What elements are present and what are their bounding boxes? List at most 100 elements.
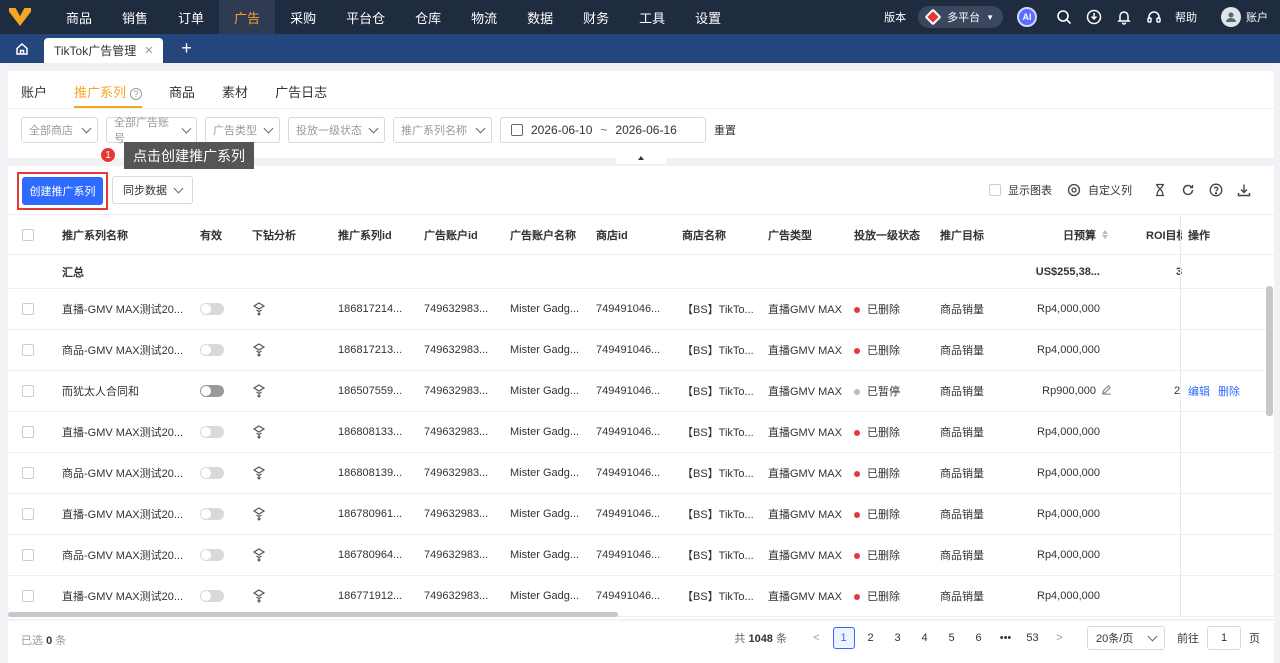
row-checkbox[interactable]	[22, 303, 34, 315]
nav-item[interactable]: 仓库	[400, 0, 456, 34]
campaign-name[interactable]: 直播-GMV MAX测试20...	[62, 506, 186, 522]
date-end[interactable]: 2026-06-16	[615, 123, 676, 137]
page-number[interactable]: 2	[860, 627, 882, 649]
checkbox[interactable]	[989, 184, 1001, 196]
platform-switcher[interactable]: 多平台 ▼	[918, 6, 1003, 28]
subtab[interactable]: 商品	[169, 71, 195, 108]
nav-item[interactable]: 平台仓	[331, 0, 400, 34]
nav-item[interactable]: 物流	[456, 0, 512, 34]
nav-item[interactable]: 财务	[568, 0, 624, 34]
prev-page-icon[interactable]: <	[806, 627, 828, 649]
nav-item[interactable]: 商品	[51, 0, 107, 34]
create-campaign-button[interactable]: 创建推广系列	[22, 177, 103, 205]
row-checkbox[interactable]	[22, 549, 34, 561]
pencil-icon[interactable]	[1101, 384, 1112, 398]
page-number[interactable]: 1	[832, 627, 855, 649]
nav-item[interactable]: 采购	[275, 0, 331, 34]
row-checkbox[interactable]	[22, 508, 34, 520]
refresh-icon[interactable]	[1180, 182, 1196, 198]
show-chart-toggle[interactable]: 显示图表	[989, 182, 1052, 198]
date-range-picker[interactable]: 2026-06-10 ~ 2026-06-16	[500, 117, 706, 143]
close-icon[interactable]: ✕	[144, 44, 153, 57]
custom-columns-button[interactable]: 自定义列	[1066, 182, 1132, 198]
vertical-scrollbar[interactable]	[1266, 286, 1273, 416]
enable-toggle[interactable]	[200, 467, 224, 479]
ad-account-filter[interactable]: 全部广告账号	[106, 117, 197, 145]
add-tab-button[interactable]: +	[171, 34, 201, 63]
nav-item[interactable]: 数据	[512, 0, 568, 34]
drill-down-icon[interactable]	[252, 384, 266, 398]
row-checkbox[interactable]	[22, 344, 34, 356]
bell-icon[interactable]	[1116, 9, 1132, 25]
drill-down-icon[interactable]	[252, 507, 266, 521]
home-icon[interactable]	[0, 34, 44, 63]
enable-toggle[interactable]	[200, 426, 224, 438]
reset-button[interactable]: 重置	[714, 122, 736, 138]
nav-item[interactable]: 工具	[624, 0, 680, 34]
goto-page-input[interactable]: 1	[1207, 626, 1241, 650]
date-start[interactable]: 2026-06-10	[531, 123, 592, 137]
drill-down-icon[interactable]	[252, 466, 266, 480]
campaign-name[interactable]: 商品-GMV MAX测试20...	[62, 342, 186, 358]
shop-filter[interactable]: 全部商店	[21, 117, 98, 143]
drill-down-icon[interactable]	[252, 589, 266, 603]
enable-toggle[interactable]	[200, 549, 224, 561]
download-icon[interactable]	[1236, 182, 1252, 198]
page-number[interactable]: 5	[941, 627, 963, 649]
enable-toggle[interactable]	[200, 590, 224, 602]
campaign-name[interactable]: 直播-GMV MAX测试20...	[62, 588, 186, 604]
help-link[interactable]: 帮助	[1175, 9, 1197, 25]
drill-down-icon[interactable]	[252, 302, 266, 316]
row-checkbox[interactable]	[22, 467, 34, 479]
nav-item[interactable]: 销售	[107, 0, 163, 34]
subtab[interactable]: 广告日志	[275, 71, 327, 108]
subtab[interactable]: 账户	[21, 71, 47, 108]
enable-toggle[interactable]	[200, 303, 224, 315]
enable-toggle[interactable]	[200, 385, 224, 397]
sync-data-button[interactable]: 同步数据	[112, 176, 193, 204]
campaign-name[interactable]: 商品-GMV MAX测试20...	[62, 547, 186, 563]
hourglass-icon[interactable]	[1152, 182, 1168, 198]
row-checkbox[interactable]	[22, 426, 34, 438]
sort-icon[interactable]	[1102, 230, 1108, 239]
download-circle-icon[interactable]	[1086, 9, 1102, 25]
subtab[interactable]: 素材	[222, 71, 248, 108]
drill-down-icon[interactable]	[252, 343, 266, 357]
page-number[interactable]: 4	[914, 627, 936, 649]
subtab[interactable]: 推广系列?	[74, 71, 143, 108]
campaign-name[interactable]: 而犹太人合同和	[62, 383, 186, 399]
ad-type-filter[interactable]: 广告类型	[205, 117, 280, 143]
select-all-checkbox[interactable]	[22, 228, 34, 241]
row-checkbox[interactable]	[22, 385, 34, 397]
column-header[interactable]: 日预算	[1063, 227, 1096, 243]
nav-item[interactable]: 订单	[163, 0, 219, 34]
version-link[interactable]: 版本	[884, 9, 906, 25]
drill-down-icon[interactable]	[252, 548, 266, 562]
campaign-name[interactable]: 商品-GMV MAX测试20...	[62, 465, 186, 481]
enable-toggle[interactable]	[200, 344, 224, 356]
account-menu[interactable]: 账户	[1246, 9, 1268, 25]
page-number[interactable]: 6	[968, 627, 990, 649]
search-icon[interactable]	[1056, 9, 1072, 25]
avatar[interactable]	[1221, 7, 1241, 27]
ai-assistant-button[interactable]: AI	[1017, 7, 1037, 27]
campaign-name[interactable]: 直播-GMV MAX测试20...	[62, 301, 186, 317]
enable-toggle[interactable]	[200, 508, 224, 520]
collapse-filters-toggle[interactable]	[616, 151, 666, 164]
more-pages-icon[interactable]: •••	[995, 627, 1017, 649]
campaign-name[interactable]: 直播-GMV MAX测试20...	[62, 424, 186, 440]
next-page-icon[interactable]: >	[1049, 627, 1071, 649]
campaign-name-filter[interactable]: 推广系列名称	[393, 117, 492, 143]
row-checkbox[interactable]	[22, 590, 34, 602]
page-number[interactable]: 3	[887, 627, 909, 649]
headset-icon[interactable]	[1146, 9, 1162, 25]
drill-down-icon[interactable]	[252, 425, 266, 439]
horizontal-scrollbar[interactable]	[8, 612, 618, 617]
nav-item[interactable]: 设置	[680, 0, 736, 34]
nav-item[interactable]: 广告	[219, 0, 276, 34]
status-filter[interactable]: 投放一级状态	[288, 117, 385, 143]
help-circle-icon[interactable]	[1208, 182, 1224, 198]
logo[interactable]	[0, 0, 40, 34]
page-size-select[interactable]: 20条/页	[1087, 626, 1165, 650]
question-icon[interactable]: ?	[130, 88, 143, 100]
